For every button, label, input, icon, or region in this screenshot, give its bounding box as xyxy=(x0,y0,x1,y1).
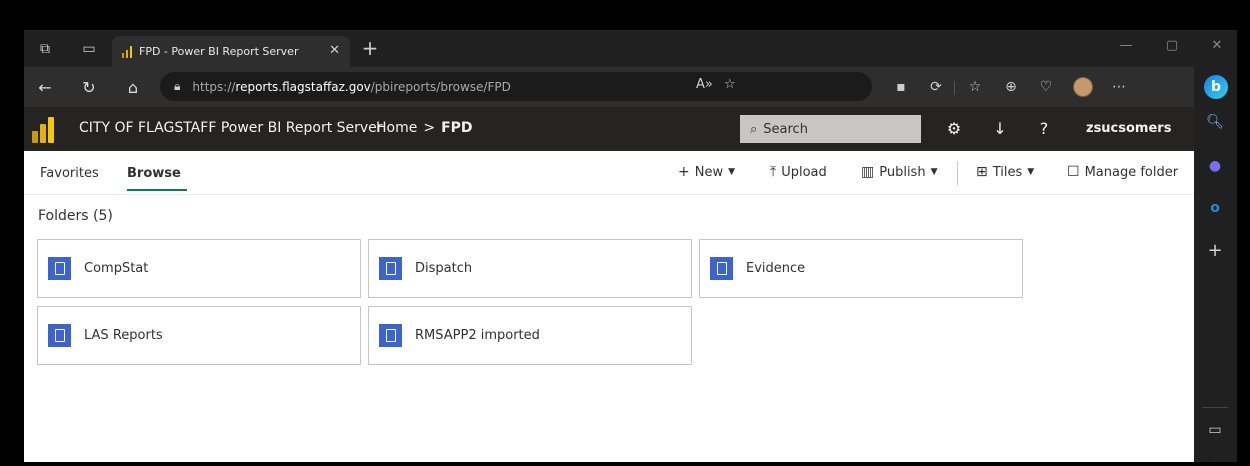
maximize-icon[interactable]: ▢ xyxy=(1161,38,1183,53)
browser-window: ⧉ ▭ FPD - Power BI Report Server ✕ + — ▢… xyxy=(24,30,1237,462)
new-tab-icon[interactable]: + xyxy=(358,36,382,60)
breadcrumb-current[interactable]: FPD xyxy=(441,120,472,136)
collections-icon[interactable]: ⊕ xyxy=(1000,76,1022,98)
settings-icon[interactable]: ⚙ xyxy=(1204,457,1226,462)
tab-actions-icon[interactable]: ▭ xyxy=(78,38,100,60)
tiles-label: Tiles xyxy=(992,164,1023,180)
workspaces-icon[interactable]: ⧉ xyxy=(34,38,56,60)
home-icon[interactable]: ⌂ xyxy=(122,76,144,98)
tiles-view-button[interactable]: ⊞ Tiles ▼ xyxy=(976,164,1034,180)
publish-button[interactable]: ▥ Publish ▼ xyxy=(861,164,938,180)
url-path: /pbireports/browse/FPD xyxy=(370,79,511,94)
upload-icon: ⤒ xyxy=(770,164,777,180)
address-bar-row: ← ↻ ⌂ 🔒︎ https://reports.flagstaffaz.gov… xyxy=(24,67,1194,107)
browser-essentials-icon[interactable]: ♡ xyxy=(1035,76,1057,98)
folder-tile[interactable]: Dispatch xyxy=(368,239,692,298)
app-title[interactable]: CITY OF FLAGSTAFF Power BI Report Server xyxy=(79,120,383,136)
chevron-down-icon: ▼ xyxy=(1027,167,1035,177)
url-domain: reports.flagstaffaz.gov xyxy=(235,79,371,94)
publish-icon: ▥ xyxy=(861,164,875,180)
extension-icon[interactable]: ▪ xyxy=(890,76,912,98)
powerbi-logo xyxy=(32,117,54,143)
tab-favorites[interactable]: Favorites xyxy=(40,166,99,181)
extensions-puzzle-icon[interactable]: ⟳ xyxy=(925,76,947,98)
avatar xyxy=(1073,77,1093,97)
folder-tile[interactable]: CompStat xyxy=(37,239,361,298)
refresh-icon[interactable]: ↻ xyxy=(78,76,100,98)
folder-name: Dispatch xyxy=(415,261,473,276)
download-icon[interactable]: ↓ xyxy=(990,119,1010,138)
outlook-icon[interactable]: o xyxy=(1204,197,1226,219)
nav-row: Favorites Browse + New ▼ ⤒ Upload ▥ Publ… xyxy=(24,151,1194,195)
breadcrumb: Home > FPD xyxy=(376,120,473,136)
folder-name: LAS Reports xyxy=(84,328,163,343)
sidebar-divider xyxy=(1202,407,1228,408)
tab-title: FPD - Power BI Report Server xyxy=(139,45,299,58)
folder-icon xyxy=(48,257,71,280)
folder-icon xyxy=(379,257,402,280)
settings-icon[interactable]: ⚙ xyxy=(944,119,964,138)
url-prefix: https:// xyxy=(192,79,236,94)
bing-copilot-icon[interactable]: b xyxy=(1204,75,1228,99)
active-tab-underline xyxy=(127,189,187,191)
main-content: Favorites Browse + New ▼ ⤒ Upload ▥ Publ… xyxy=(24,151,1194,462)
folder-tile[interactable]: LAS Reports xyxy=(37,306,361,365)
manage-folder-button[interactable]: ☐ Manage folder xyxy=(1067,164,1178,180)
command-separator xyxy=(957,161,958,185)
add-icon[interactable]: + xyxy=(1204,239,1226,261)
folder-name: Evidence xyxy=(746,261,806,276)
new-label: New xyxy=(694,164,724,180)
folder-name: RMSAPP2 imported xyxy=(415,328,540,343)
more-options-icon[interactable]: ⋯ xyxy=(1108,76,1130,98)
lock-icon: 🔒︎ xyxy=(174,79,181,93)
chevron-down-icon: ▼ xyxy=(930,167,938,177)
search-icon: ⌕ xyxy=(750,121,758,137)
url-field[interactable]: 🔒︎ https://reports.flagstaffaz.gov/pbire… xyxy=(160,72,872,101)
read-aloud-icon[interactable]: A» xyxy=(696,77,713,92)
folder-tile[interactable]: Evidence xyxy=(699,239,1023,298)
copilot-icon[interactable]: ● xyxy=(1204,155,1226,177)
close-window-icon[interactable]: ✕ xyxy=(1206,38,1228,53)
plus-icon: + xyxy=(678,164,690,180)
favorites-icon[interactable]: ☆ xyxy=(964,76,986,98)
browser-sidebar: b 🔍︎ ● o + ▭ ⚙ xyxy=(1194,67,1237,462)
folder-page-icon: ☐ xyxy=(1067,164,1080,180)
powerbi-icon xyxy=(122,45,132,58)
chevron-down-icon: ▼ xyxy=(728,167,736,177)
toolbar-separator xyxy=(954,81,955,95)
folder-icon xyxy=(710,257,733,280)
favorite-star-icon[interactable]: ☆ xyxy=(724,77,736,92)
sidebar-toggle-icon[interactable]: ▭ xyxy=(1204,419,1226,441)
folders-heading: Folders (5) xyxy=(38,208,113,224)
browser-tab[interactable]: FPD - Power BI Report Server ✕ xyxy=(112,36,350,67)
grid-icon: ⊞ xyxy=(976,164,988,180)
manage-folder-label: Manage folder xyxy=(1084,164,1179,180)
upload-button[interactable]: ⤒ Upload xyxy=(770,164,827,180)
breadcrumb-separator: > xyxy=(423,120,436,136)
tab-browse[interactable]: Browse xyxy=(127,166,181,181)
upload-label: Upload xyxy=(781,164,827,180)
pbi-header: CITY OF FLAGSTAFF Power BI Report Server… xyxy=(24,107,1194,151)
close-tab-icon[interactable]: ✕ xyxy=(329,43,340,58)
profile-avatar[interactable] xyxy=(1072,76,1094,98)
new-button[interactable]: + New ▼ xyxy=(678,164,735,180)
folder-icon xyxy=(48,324,71,347)
folder-name: CompStat xyxy=(84,261,149,276)
search-icon[interactable]: 🔍︎ xyxy=(1204,111,1226,133)
search-placeholder: Search xyxy=(763,121,808,137)
publish-label: Publish xyxy=(879,164,926,180)
back-icon[interactable]: ← xyxy=(34,76,56,98)
search-input[interactable]: ⌕ Search xyxy=(740,115,921,143)
user-name[interactable]: zsucsomers xyxy=(1086,121,1171,136)
minimize-icon[interactable]: — xyxy=(1115,38,1137,53)
help-icon[interactable]: ? xyxy=(1034,119,1054,138)
folder-icon xyxy=(379,324,402,347)
tab-strip: ⧉ ▭ FPD - Power BI Report Server ✕ + — ▢… xyxy=(24,30,1237,67)
breadcrumb-home[interactable]: Home xyxy=(376,120,417,136)
folder-tile[interactable]: RMSAPP2 imported xyxy=(368,306,692,365)
